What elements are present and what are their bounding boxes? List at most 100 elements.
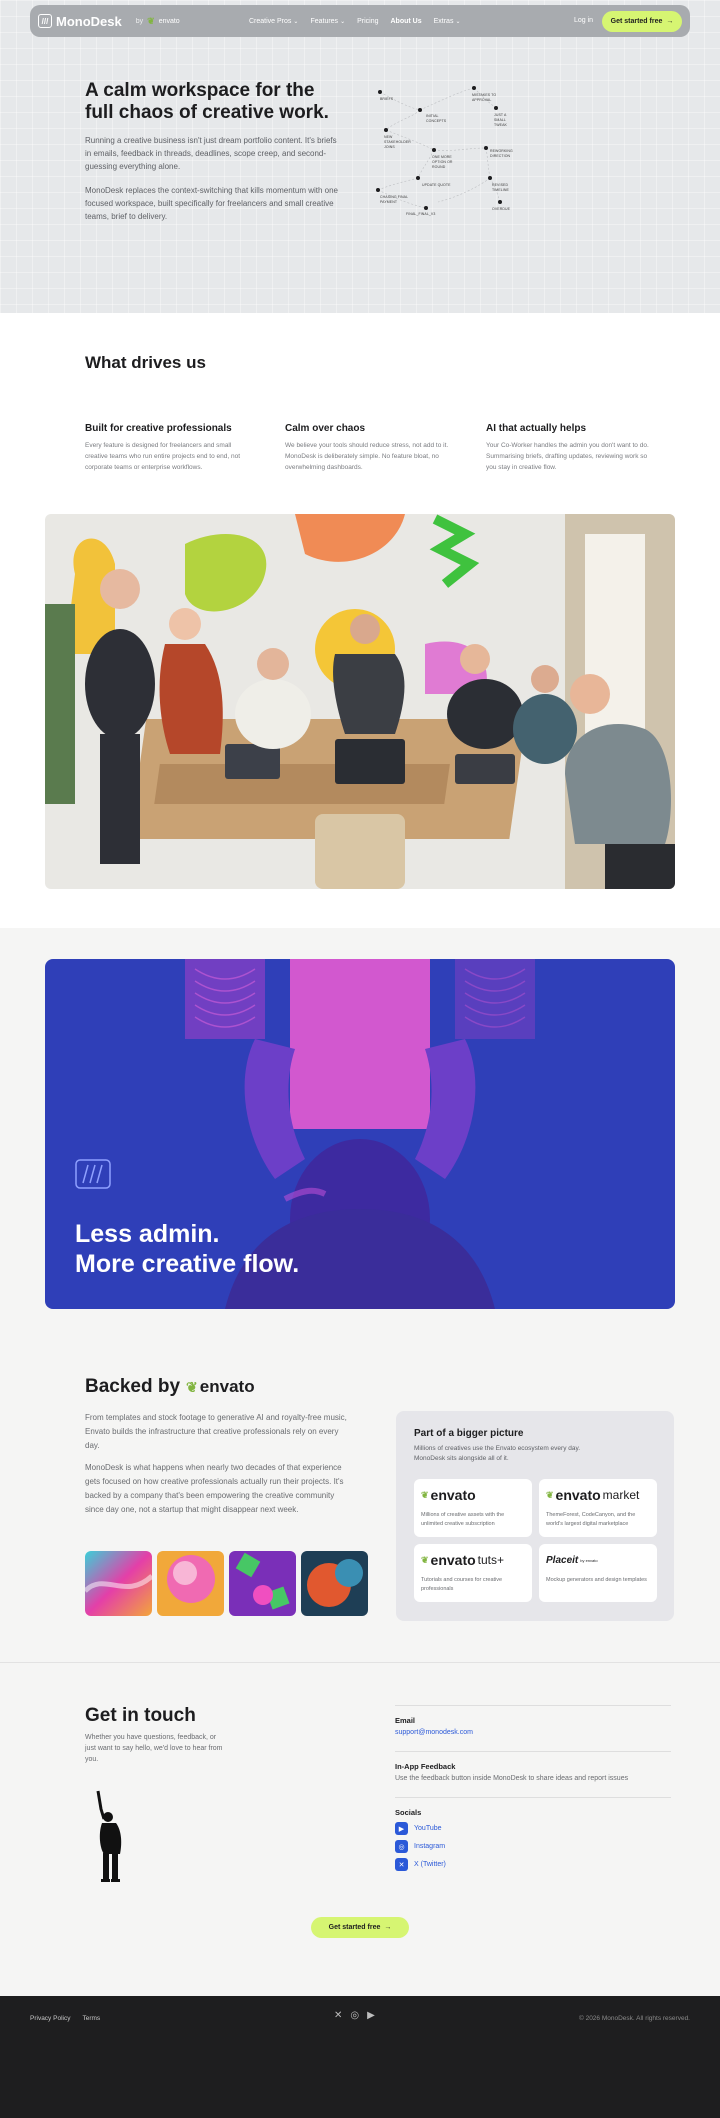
nav-features[interactable]: Features ⌄ bbox=[310, 18, 345, 25]
hero-section: /// MonoDesk by ❦ envato Creative Pros ⌄ … bbox=[0, 0, 720, 313]
product-card-envato[interactable]: ❦ envato Millions of creative assets with… bbox=[414, 1479, 532, 1537]
flow-dot bbox=[432, 148, 436, 152]
flow-node: Chasing final payment bbox=[380, 195, 409, 204]
product-card-envato-tuts[interactable]: ❦ envato tuts+ Tutorials and courses for c… bbox=[414, 1544, 532, 1602]
flow-dot bbox=[484, 146, 488, 150]
social-youtube-link[interactable]: ▶ YouTube bbox=[395, 1822, 671, 1835]
contact-email-block: Email support@monodesk.com bbox=[395, 1705, 671, 1736]
value-text: Your Co-Worker handles the admin you don… bbox=[486, 442, 649, 471]
login-link[interactable]: Log in bbox=[574, 17, 593, 24]
product-description: Millions of creative assets with the unl… bbox=[421, 1512, 505, 1527]
flow-node: Reworking direction bbox=[490, 149, 513, 158]
envato-logo: ❦ envato bbox=[186, 1377, 255, 1397]
logo[interactable]: /// MonoDesk bbox=[38, 14, 122, 29]
value-text: We believe your tools should reduce stre… bbox=[285, 442, 449, 471]
flow-node: Briefs bbox=[380, 97, 394, 101]
nav-creative-pros[interactable]: Creative Pros ⌄ bbox=[249, 18, 298, 25]
cta-label: Get started free bbox=[328, 1924, 381, 1931]
cta-label: Get started free bbox=[610, 18, 663, 25]
value-title: Calm over chaos bbox=[285, 423, 366, 434]
contact-intro: Whether you have questions, feedback, or… bbox=[85, 1734, 223, 1763]
social-label: Instagram bbox=[414, 1843, 446, 1850]
product-logo: ❦ envato bbox=[421, 1485, 525, 1505]
envato-leaf-icon: ❦ bbox=[421, 1554, 429, 1565]
footer-links: Privacy Policy Terms bbox=[30, 2015, 100, 2022]
flow-dot bbox=[376, 188, 380, 192]
contact-title: Get in touch bbox=[85, 1705, 196, 1726]
flow-node: Revised timeline bbox=[492, 183, 509, 192]
value-text: Every feature is designed for freelancer… bbox=[85, 442, 241, 471]
bigger-picture-panel: Part of a bigger picture Millions of cre… bbox=[396, 1411, 674, 1621]
product-card-envato-market[interactable]: ❦ envato market ThemeForest, CodeCanyon, a… bbox=[539, 1479, 657, 1537]
envato-leaf-icon: ❦ bbox=[421, 1489, 429, 1500]
email-link[interactable]: support@monodesk.com bbox=[395, 1729, 671, 1736]
product-brand: envato bbox=[430, 1487, 476, 1503]
product-description: ThemeForest, CodeCanyon, and the world's… bbox=[546, 1512, 636, 1527]
product-description: Tutorials and courses for creative profe… bbox=[421, 1577, 503, 1592]
thumbnail-image bbox=[229, 1551, 296, 1616]
social-label: YouTube bbox=[414, 1825, 442, 1832]
nav-about-us[interactable]: About Us bbox=[391, 18, 422, 25]
youtube-icon: ▶ bbox=[395, 1822, 408, 1835]
arrow-right-icon: → bbox=[666, 18, 674, 25]
social-label: X (Twitter) bbox=[414, 1861, 446, 1868]
get-started-button[interactable]: Get started free → bbox=[602, 11, 682, 32]
contact-feedback-block: In-App Feedback Use the feedback button … bbox=[395, 1751, 671, 1782]
privacy-policy-link[interactable]: Privacy Policy bbox=[30, 2015, 70, 2022]
copyright: © 2026 MonoDesk. All rights reserved. bbox=[578, 2015, 690, 2022]
by-envato-badge: by ❦ envato bbox=[136, 16, 180, 27]
monodesk-logo-icon: /// bbox=[38, 14, 52, 28]
terms-link[interactable]: Terms bbox=[82, 2015, 100, 2022]
social-x-link[interactable]: ✕ X (Twitter) bbox=[395, 1858, 671, 1871]
backed-paragraph-1: From templates and stock footage to gene… bbox=[85, 1413, 347, 1450]
contact-section: Get in touch Whether you have questions,… bbox=[0, 1662, 720, 1996]
feedback-label: In-App Feedback bbox=[395, 1762, 456, 1771]
thumbnail-image bbox=[157, 1551, 224, 1616]
product-brand: Placeit bbox=[546, 1554, 579, 1566]
backed-by-title: Backed by ❦ envato bbox=[85, 1376, 255, 1398]
product-description: Mockup generators and design templates bbox=[546, 1577, 647, 1583]
banner-line-2: More creative flow. bbox=[75, 1250, 300, 1278]
monodesk-mark-icon bbox=[75, 1159, 111, 1189]
instagram-icon[interactable]: ◎ bbox=[350, 2010, 359, 2021]
creative-flow-banner: Less admin. More creative flow. bbox=[45, 959, 675, 1309]
nav-links: Creative Pros ⌄ Features ⌄ Pricing About U… bbox=[249, 5, 460, 37]
flow-dot bbox=[378, 90, 382, 94]
flow-dot bbox=[418, 108, 422, 112]
product-logo: Placeit by envato bbox=[546, 1550, 650, 1570]
hero-paragraph-2: MonoDesk replaces the context-switching … bbox=[85, 186, 338, 221]
product-brand: envato bbox=[430, 1552, 476, 1568]
thumbnail-image bbox=[301, 1551, 368, 1616]
flow-dot bbox=[416, 176, 420, 180]
nav-extras[interactable]: Extras ⌄ bbox=[434, 18, 461, 25]
product-suffix: market bbox=[602, 1488, 640, 1502]
flow-dot bbox=[424, 206, 428, 210]
envato-product-cards: ❦ envato Millions of creative assets with… bbox=[414, 1479, 657, 1602]
flow-dot bbox=[488, 176, 492, 180]
envato-leaf-icon: ❦ bbox=[546, 1489, 554, 1500]
get-started-button[interactable]: Get started free → bbox=[311, 1917, 409, 1938]
flow-node: Overdue bbox=[492, 207, 511, 211]
flow-dot bbox=[384, 128, 388, 132]
social-instagram-link[interactable]: ◎ Instagram bbox=[395, 1840, 671, 1853]
chevron-down-icon: ⌄ bbox=[340, 18, 346, 25]
instagram-icon: ◎ bbox=[395, 1840, 408, 1853]
chevron-down-icon: ⌄ bbox=[455, 18, 461, 25]
banner-headline: Less admin. More creative flow. bbox=[75, 1219, 299, 1279]
what-drives-us-section: What drives us Built for creative profes… bbox=[0, 313, 720, 928]
product-brand: envato bbox=[555, 1487, 601, 1503]
envato-leaf-icon: ❦ bbox=[147, 15, 155, 26]
arrow-right-icon: → bbox=[384, 1924, 392, 1931]
flow-node: Update quote bbox=[422, 183, 451, 187]
youtube-icon[interactable]: ▶ bbox=[367, 2010, 375, 2021]
product-card-placeit[interactable]: Placeit by envato Mockup generators and d… bbox=[539, 1544, 657, 1602]
value-title: Built for creative professionals bbox=[85, 423, 232, 434]
nav-pricing[interactable]: Pricing bbox=[357, 18, 378, 25]
product-suffix: by envato bbox=[580, 1557, 598, 1563]
flow-dot bbox=[494, 106, 498, 110]
x-icon[interactable]: ✕ bbox=[334, 2010, 342, 2021]
banner-line-1: Less admin. bbox=[75, 1220, 220, 1248]
email-label: Email bbox=[395, 1716, 416, 1725]
footer: Privacy Policy Terms ✕ ◎ ▶ © 2026 MonoDe… bbox=[0, 1996, 720, 2118]
footer-social-icons: ✕ ◎ ▶ bbox=[334, 2010, 375, 2021]
